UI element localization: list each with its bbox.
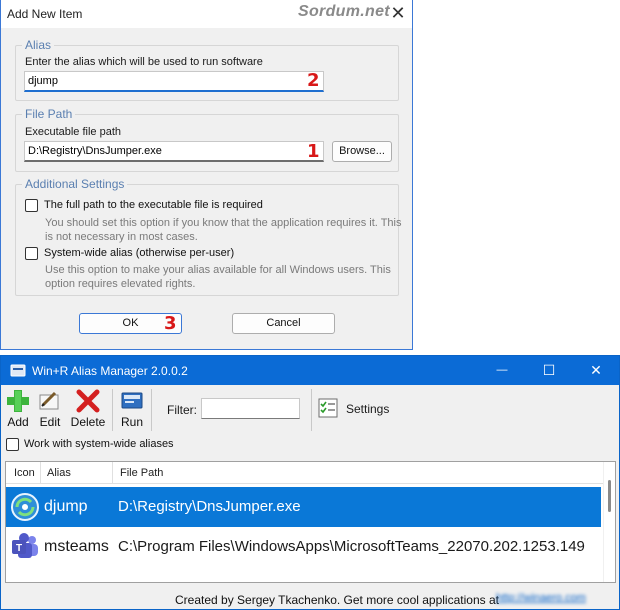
- app-icon: [10, 364, 26, 377]
- filepath-field-label: Executable file path: [25, 126, 122, 138]
- row-path: D:\Registry\DnsJumper.exe: [118, 498, 301, 515]
- add-icon: [7, 390, 29, 412]
- toolbar-separator: [311, 389, 312, 431]
- toolbar-separator: [151, 389, 152, 431]
- row-path: C:\Program Files\WindowsApps\MicrosoftTe…: [118, 538, 585, 555]
- sordum-watermark: Sordum.net: [298, 3, 390, 20]
- alias-input[interactable]: djump: [24, 71, 324, 92]
- dialog-title: Add New Item: [7, 7, 83, 21]
- fullpath-checkbox[interactable]: [25, 199, 38, 212]
- footer-link[interactable]: http://winaero.com: [496, 592, 606, 607]
- delete-button[interactable]: Delete: [70, 389, 106, 429]
- systemwide-alias-label[interactable]: System-wide alias (otherwise per-user): [44, 247, 234, 259]
- filepath-group: File Path Executable file path D:\Regist…: [15, 107, 399, 172]
- run-label: Run: [120, 415, 143, 429]
- edit-button[interactable]: Edit: [36, 389, 64, 429]
- dialog-close-button[interactable]: ✕: [386, 2, 410, 24]
- alias-field-label: Enter the alias which will be used to ru…: [25, 56, 263, 68]
- window-title: Win+R Alias Manager 2.0.0.2: [32, 364, 188, 378]
- systemwide-aliases-label[interactable]: Work with system-wide aliases: [24, 438, 174, 450]
- run-icon: [121, 392, 143, 409]
- list-scrollbar[interactable]: [603, 462, 615, 582]
- additional-settings-group: Additional Settings The full path to the…: [15, 177, 402, 296]
- settings-label: Settings: [346, 402, 390, 416]
- maximize-button[interactable]: ☐: [526, 356, 572, 385]
- delete-icon: [76, 389, 100, 413]
- svg-text:T: T: [16, 543, 22, 554]
- dns-jumper-icon: [11, 493, 39, 521]
- add-button[interactable]: Add: [4, 389, 32, 429]
- additional-settings-legend: Additional Settings: [22, 177, 128, 191]
- alias-group: Alias Enter the alias which will be used…: [15, 38, 399, 101]
- toolbar-separator: [112, 389, 113, 431]
- column-divider: [40, 462, 41, 484]
- filter-input[interactable]: [201, 398, 300, 419]
- window-titlebar[interactable]: Win+R Alias Manager 2.0.0.2 — ☐ ✕: [1, 356, 619, 385]
- list-header: Icon Alias File Path: [6, 462, 603, 484]
- delete-label: Delete: [70, 415, 106, 429]
- alias-manager-window: Win+R Alias Manager 2.0.0.2 — ☐ ✕ Add Ed…: [0, 355, 620, 610]
- fullpath-label[interactable]: The full path to the executable file is …: [44, 199, 263, 211]
- browse-button[interactable]: Browse...: [332, 141, 392, 162]
- filter-label: Filter:: [167, 403, 197, 417]
- fullpath-hint: You should set this option if you know t…: [45, 217, 402, 243]
- column-header-alias[interactable]: Alias: [47, 467, 71, 479]
- run-button[interactable]: Run: [118, 389, 146, 429]
- systemwide-alias-hint: Use this option to make your alias avail…: [45, 264, 391, 290]
- edit-label: Edit: [39, 415, 61, 429]
- minimize-button[interactable]: —: [479, 356, 525, 385]
- alias-group-legend: Alias: [22, 38, 55, 52]
- alias-list[interactable]: Icon Alias File Path djump D:\Registry\D…: [5, 461, 616, 583]
- dialog-titlebar[interactable]: Add New Item Sordum.net ✕: [1, 0, 412, 28]
- cancel-button[interactable]: Cancel: [232, 313, 335, 334]
- step-marker-2: 2: [307, 70, 320, 91]
- column-header-filepath[interactable]: File Path: [120, 467, 163, 479]
- column-divider: [112, 462, 113, 484]
- window-close-button[interactable]: ✕: [573, 356, 619, 385]
- table-row[interactable]: T msteams C:\Program Files\WindowsApps\M…: [6, 527, 601, 567]
- row-alias: djump: [44, 498, 88, 515]
- filepath-input[interactable]: D:\Registry\DnsJumper.exe: [24, 141, 324, 162]
- toolbar: Add Edit Delete Run Filter: Settings: [1, 385, 619, 437]
- column-header-icon[interactable]: Icon: [14, 467, 35, 479]
- add-label: Add: [7, 415, 29, 429]
- scrollbar-thumb[interactable]: [608, 480, 611, 512]
- edit-icon: [39, 391, 59, 410]
- row-alias: msteams: [44, 538, 109, 555]
- settings-icon: [318, 398, 338, 418]
- filepath-group-legend: File Path: [22, 107, 76, 121]
- systemwide-aliases-checkbox[interactable]: [6, 438, 19, 451]
- table-row[interactable]: djump D:\Registry\DnsJumper.exe: [6, 487, 601, 527]
- systemwide-alias-checkbox[interactable]: [25, 247, 38, 260]
- step-marker-1: 1: [307, 141, 320, 162]
- footer-credit: Created by Sergey Tkachenko. Get more co…: [175, 593, 499, 607]
- teams-icon: T: [12, 533, 38, 558]
- step-marker-3: 3: [164, 313, 177, 334]
- add-new-item-dialog: Add New Item Sordum.net ✕ Alias Enter th…: [0, 0, 413, 350]
